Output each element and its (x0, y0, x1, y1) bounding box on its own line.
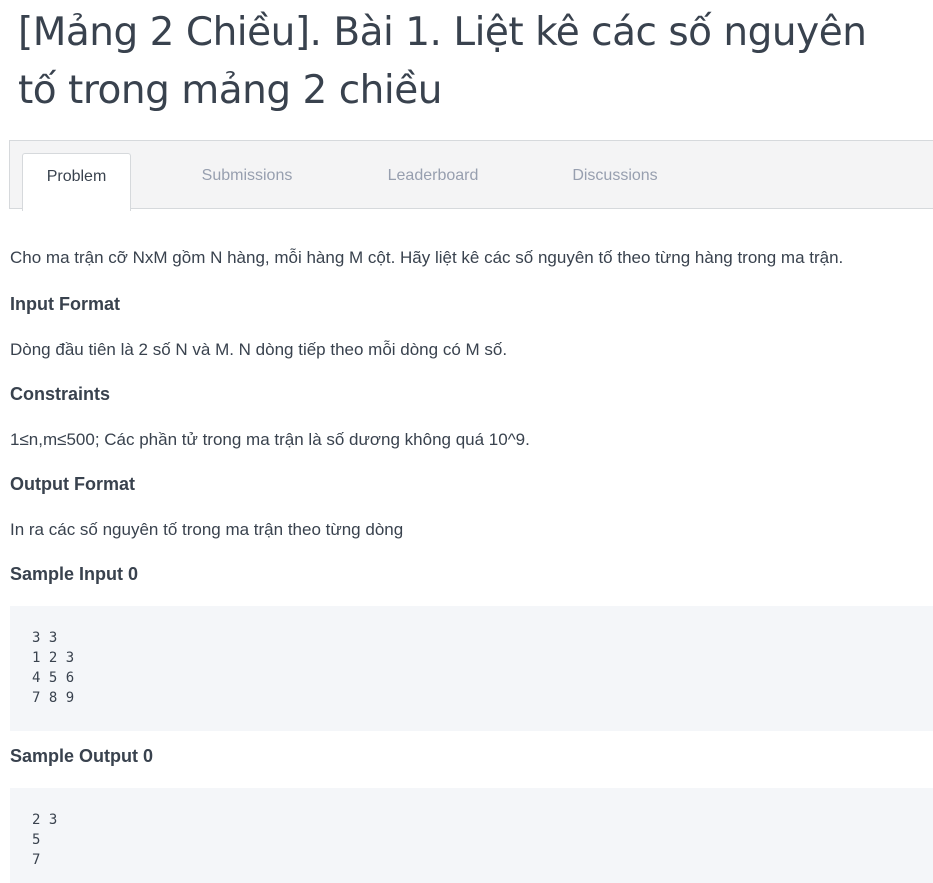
sample-input-line: 1 2 3 (32, 650, 75, 666)
constraints-text: 1≤n,m≤500; Các phần tử trong ma trận là … (10, 430, 530, 449)
tab-problem[interactable]: Problem (22, 153, 131, 211)
constraints-heading: Constraints (10, 384, 111, 404)
input-format-text: Dòng đầu tiên là 2 số N và M. N dòng tiế… (10, 340, 508, 359)
sample-input-heading: Sample Input 0 (10, 564, 139, 584)
sample-output-heading: Sample Output 0 (10, 746, 154, 766)
input-format-heading: Input Format (10, 294, 120, 314)
tab-bar: Problem Submissions Leaderboard Discussi… (9, 140, 933, 211)
page-title: [Mảng 2 Chiều]. Bài 1. Liệt kê các số ng… (18, 10, 867, 113)
sample-output-line: 5 (32, 832, 41, 848)
sample-output-line: 7 (32, 852, 41, 868)
sample-output-block: 2 3 5 7 (10, 788, 933, 883)
sample-input-line: 4 5 6 (32, 670, 75, 686)
sample-output-line: 2 3 (32, 812, 58, 828)
tab-discussions[interactable]: Discussions (553, 153, 677, 210)
problem-statement: Cho ma trận cỡ NxM gồm N hàng, mỗi hàng … (10, 248, 844, 267)
tab-leaderboard[interactable]: Leaderboard (368, 153, 498, 210)
tab-submissions[interactable]: Submissions (180, 153, 314, 210)
output-format-heading: Output Format (10, 474, 135, 494)
sample-input-block: 3 3 1 2 3 4 5 6 7 8 9 (10, 606, 933, 731)
sample-input-line: 3 3 (32, 630, 58, 646)
sample-input-line: 7 8 9 (32, 690, 75, 706)
output-format-text: In ra các số nguyên tố trong ma trận the… (10, 520, 404, 539)
